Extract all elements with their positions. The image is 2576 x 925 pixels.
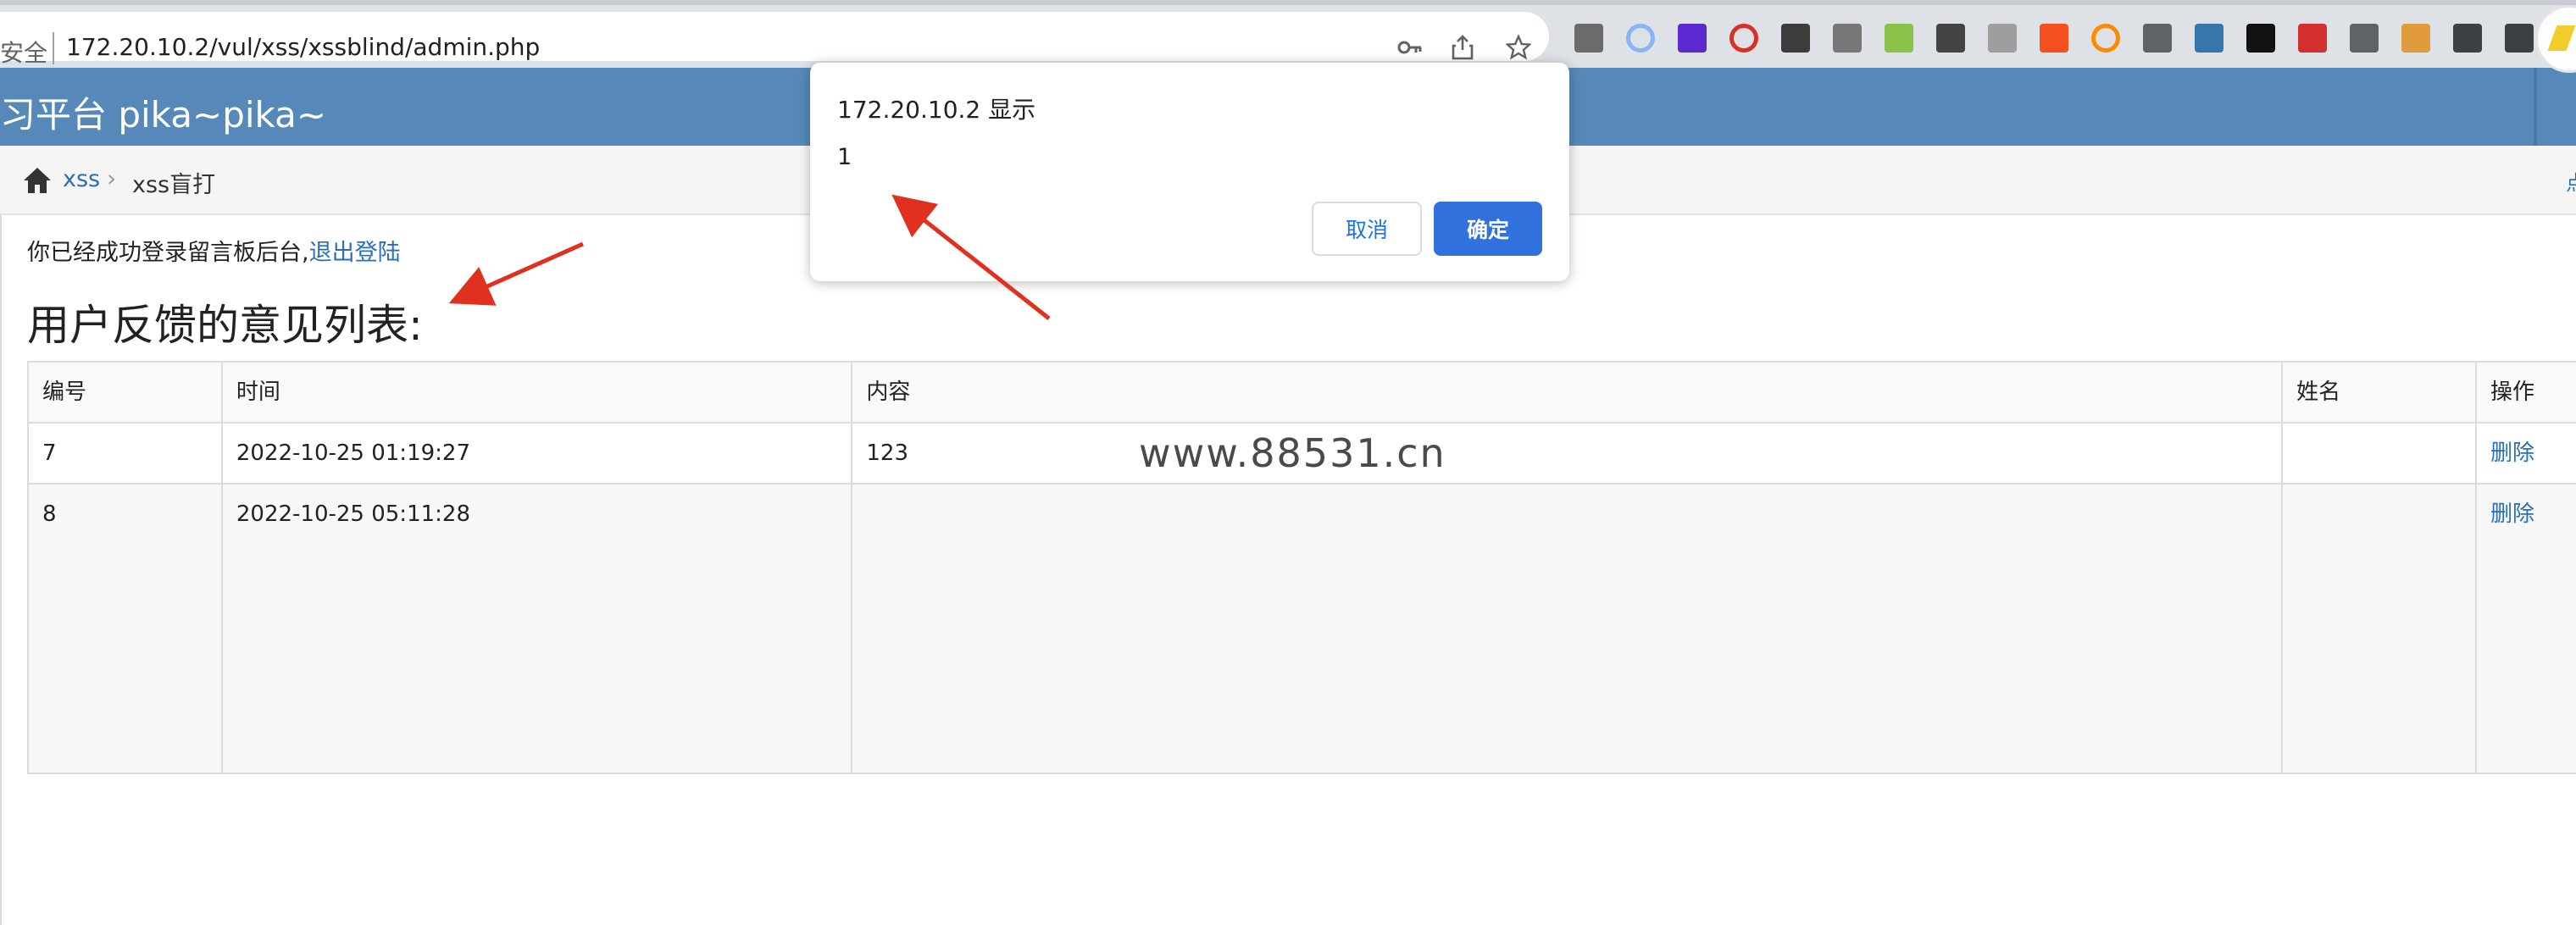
red-ring-extension-icon[interactable] [1729,24,1758,53]
download-extension-icon[interactable] [1574,24,1603,53]
column-header-name: 姓名 [2281,361,2478,424]
orange-ring-extension-icon[interactable] [2091,24,2120,53]
arrow-to-title [448,241,585,306]
breadcrumb-edge-link[interactable]: 点 [2566,166,2576,196]
dialog-title: 172.20.10.2 显示 [837,96,1036,124]
box-extension-icon[interactable] [2401,24,2430,53]
cell-content: 123 [851,422,2284,485]
table-header-row: 编号 时间 内容 姓名 操作 [27,361,2576,424]
column-header-content: 内容 [851,361,2284,424]
breadcrumb-current: xss盲打 [132,172,216,198]
table-row: 8 2022-10-25 05:11:28 删除 [27,483,2576,774]
key-icon[interactable] [1395,32,1425,63]
cell-id: 8 [27,483,223,774]
cell-action: 删除 [2475,422,2576,485]
badge-extension-icon[interactable] [2350,24,2379,53]
dialog-message: 1 [837,144,852,170]
cell-time: 2022-10-25 01:19:27 [220,422,853,485]
cell-content [851,483,2284,774]
puzzle-extension-icon[interactable] [2143,24,2172,53]
delete-link[interactable]: 删除 [2490,440,2534,466]
site-title: 习平台 pika~pika~ [0,94,327,136]
glyph-extension-icon-5[interactable] [1988,24,2017,53]
red-bar-extension-icon[interactable] [2298,24,2327,53]
cancel-button[interactable]: 取消 [1312,202,1422,256]
breadcrumb-separator: › [107,164,117,192]
security-indicator[interactable]: 安全 [0,35,47,69]
column-header-id: 编号 [27,361,223,424]
purple-extension-icon[interactable] [1678,24,1707,53]
tab-strip [0,0,2576,5]
column-header-time: 时间 [220,361,853,424]
address-divider [53,32,54,64]
address-bar[interactable]: 安全 172.20.10.2/vul/xss/xssblind/admin.ph… [0,12,1549,67]
cell-name [2281,422,2478,485]
watermark-text: www.88531.cn [1139,430,1446,476]
url-text[interactable]: 172.20.10.2/vul/xss/xssblind/admin.php [66,33,540,61]
page-title: 用户反馈的意见列表: [27,301,423,350]
glyph-extension-icon-2[interactable] [1833,24,1862,53]
orange-extension-icon[interactable] [2040,24,2068,53]
logout-link[interactable]: 退出登陆 [309,240,401,266]
glyph-extension-icon-1[interactable] [1781,24,1810,53]
column-header-action: 操作 [2475,361,2576,424]
puzzle-piece-icon[interactable] [2453,24,2482,53]
delete-link[interactable]: 删除 [2490,501,2534,527]
cell-action: 删除 [2475,483,2576,774]
ok-button[interactable]: 确定 [1434,202,1542,256]
glyph-extension-icon-3[interactable] [1885,24,1913,53]
alert-dialog: 172.20.10.2 显示 1 取消 确定 [810,63,1569,281]
circle-extension-icon[interactable] [1626,24,1655,53]
extensions-tray [1559,14,2576,61]
star-icon[interactable] [1503,32,1534,63]
ghost-extension-icon[interactable] [2246,24,2275,53]
share-icon[interactable] [1447,32,1478,63]
login-message-text: 你已经成功登录留言板后台, [27,240,309,266]
home-icon[interactable] [22,166,53,195]
reading-list-icon[interactable] [2505,24,2534,53]
breadcrumb-link-xss[interactable]: xss [63,166,100,192]
content-left-border [0,215,2,925]
glyph-extension-icon-4[interactable] [1936,24,1965,53]
cell-time: 2022-10-25 05:11:28 [220,483,853,774]
cell-id: 7 [27,422,223,485]
header-divider [2534,68,2537,146]
feedback-table: 编号 时间 内容 姓名 操作 7 2022-10-25 01:19:27 123… [27,361,2576,774]
python-extension-icon[interactable] [2195,24,2223,53]
login-message: 你已经成功登录留言板后台,退出登陆 [27,234,401,267]
cell-name [2281,483,2478,774]
browser-toolbar: 安全 172.20.10.2/vul/xss/xssblind/admin.ph… [0,0,2576,68]
